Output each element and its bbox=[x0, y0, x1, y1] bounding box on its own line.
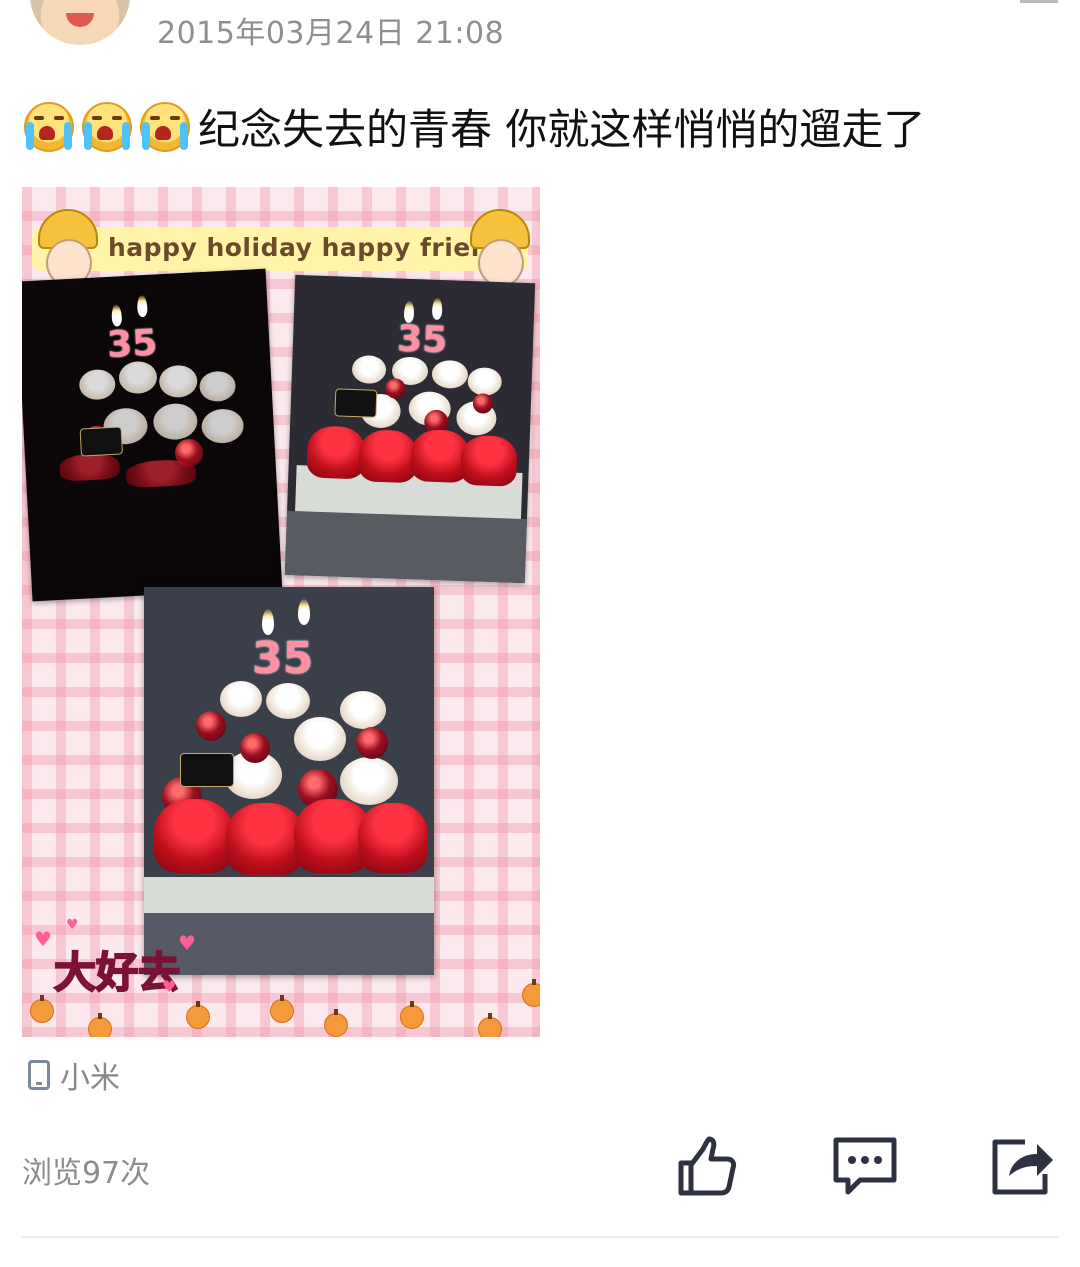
post-text: 纪念失去的青春 你就这样悄悄的遛走了 bbox=[22, 96, 925, 157]
comment-button[interactable] bbox=[829, 1130, 901, 1202]
post-timestamp: 2015年03月24日 21:08 bbox=[157, 16, 505, 51]
cartoon-kid-icon bbox=[464, 209, 530, 289]
heart-icon: ♥ bbox=[34, 927, 52, 951]
orange-decoration bbox=[522, 979, 540, 1007]
crying-emoji-icon bbox=[138, 100, 192, 154]
avatar[interactable] bbox=[30, 0, 130, 45]
share-icon bbox=[992, 1139, 1053, 1195]
crying-emoji-icon bbox=[22, 100, 76, 154]
view-count: 浏览97次 bbox=[22, 1156, 151, 1191]
post-body-text: 纪念失去的青春 你就这样悄悄的遛走了 bbox=[198, 105, 926, 154]
cake-photo-3: 35 bbox=[144, 587, 434, 975]
device-source: 小米 bbox=[28, 1053, 120, 1097]
phone-icon bbox=[28, 1060, 50, 1090]
share-button[interactable] bbox=[986, 1130, 1058, 1202]
orange-decoration bbox=[478, 1013, 502, 1037]
orange-decoration bbox=[186, 1001, 210, 1029]
cake-photo-2: 35 bbox=[284, 274, 536, 584]
device-label: 小米 bbox=[60, 1061, 120, 1096]
post-photo[interactable]: happy holiday happy friends 35 35 35 大好去… bbox=[22, 187, 540, 1037]
heart-icon: ♥ bbox=[178, 931, 196, 955]
cake-photo-1: 35 bbox=[22, 268, 283, 602]
thumbs-up-icon bbox=[678, 1136, 737, 1196]
orange-decoration bbox=[88, 1013, 112, 1037]
orange-decoration bbox=[324, 1009, 348, 1037]
heart-icon: ♥ bbox=[162, 977, 177, 996]
overflow-menu-icon[interactable] bbox=[1020, 0, 1058, 3]
crying-emoji-icon bbox=[80, 100, 134, 154]
candle-number: 35 bbox=[106, 322, 159, 367]
like-button[interactable] bbox=[670, 1130, 742, 1202]
comment-icon bbox=[833, 1137, 897, 1195]
divider bbox=[22, 1236, 1058, 1238]
photo-banner-text: happy holiday happy friends bbox=[108, 233, 523, 262]
heart-icon: ♥ bbox=[66, 917, 79, 933]
orange-decoration bbox=[270, 995, 294, 1023]
orange-decoration bbox=[30, 995, 54, 1023]
orange-decoration bbox=[400, 1001, 424, 1029]
